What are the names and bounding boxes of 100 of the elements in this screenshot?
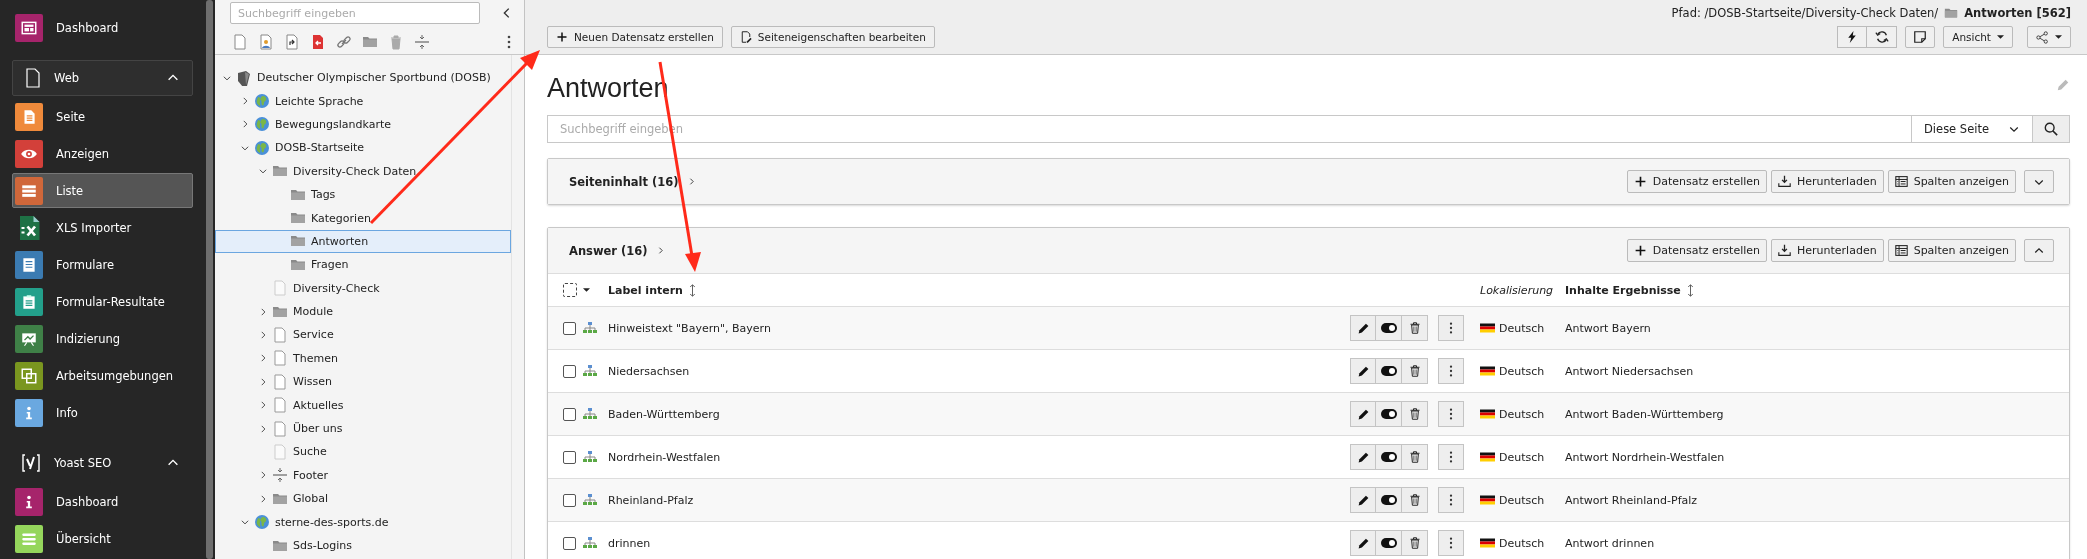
tree-item[interactable]: Kategorien [215, 206, 511, 230]
module-menu-item[interactable]: Dashboard [12, 10, 193, 45]
tree-item[interactable]: Bewegungslandkarte [215, 112, 511, 137]
row-checkbox[interactable] [563, 364, 576, 378]
module-menu-item[interactable]: Indizierung [12, 321, 193, 356]
link-icon[interactable] [336, 33, 352, 51]
edit-button[interactable] [1350, 530, 1376, 556]
scrollbar[interactable] [206, 0, 213, 559]
tree-item[interactable]: Antworten [215, 229, 511, 254]
table-title-link[interactable]: Seiteninhalt (16) [569, 174, 696, 189]
tree-item[interactable]: Tags [215, 182, 511, 207]
tree-item[interactable]: Deutscher Olympischer Sportbund (DOSB) [215, 66, 511, 90]
view-menu-button[interactable]: Ansicht [1943, 26, 2013, 48]
tree-item[interactable]: Service [215, 323, 511, 347]
column-header[interactable]: Label intern [608, 283, 683, 297]
edit-button[interactable] [1350, 401, 1376, 427]
chevron-icon[interactable] [240, 96, 250, 107]
select-all-checkbox[interactable] [563, 283, 577, 297]
module-menu-item[interactable]: Anzeigen [12, 136, 193, 171]
module-menu-item[interactable]: Arbeitsumgebungen [12, 358, 193, 393]
tree-item[interactable]: Module [215, 299, 511, 324]
tree-item[interactable]: Über uns [215, 416, 511, 441]
module-menu-item[interactable]: Liste [12, 173, 193, 208]
chevron-icon[interactable] [258, 353, 268, 364]
chevron-icon[interactable] [258, 423, 268, 434]
module-menu-item[interactable]: Übersicht [12, 521, 193, 556]
table-action-button[interactable]: Datensatz erstellen [1626, 170, 1767, 193]
row-checkbox[interactable] [563, 493, 576, 507]
module-menu-item[interactable]: Seite [12, 99, 193, 134]
module-menu-item[interactable]: Info [12, 395, 193, 430]
table-action-button[interactable]: Spalten anzeigen [1887, 239, 2016, 262]
edit-button[interactable] [1350, 487, 1376, 513]
page-return-icon[interactable] [310, 33, 326, 51]
search-button[interactable] [2033, 115, 2070, 143]
row-checkbox[interactable] [563, 321, 576, 335]
delete-button[interactable] [1402, 401, 1428, 427]
chevron-icon[interactable] [258, 493, 268, 504]
tree-item[interactable]: Aktuelles [215, 393, 511, 417]
sort-icon[interactable] [1686, 283, 1694, 297]
delete-button[interactable] [1402, 315, 1428, 341]
chevron-icon[interactable] [258, 376, 268, 387]
table-action-button[interactable]: Herunterladen [1771, 170, 1884, 193]
chevron-icon[interactable] [240, 119, 250, 130]
delete-button[interactable] [1402, 530, 1428, 556]
row-checkbox[interactable] [563, 450, 576, 464]
table-action-button[interactable]: Spalten anzeigen [1887, 170, 2016, 193]
share-button[interactable] [2027, 26, 2071, 48]
more-icon[interactable] [506, 34, 512, 50]
separator-icon[interactable] [414, 33, 430, 51]
table-action-button[interactable]: Datensatz erstellen [1626, 239, 1767, 262]
table-title-link[interactable]: Answer (16) [569, 243, 665, 258]
clear-cache-button[interactable] [1837, 26, 1868, 48]
visibility-toggle-button[interactable] [1376, 444, 1402, 470]
edit-button[interactable] [1350, 358, 1376, 384]
chevron-icon[interactable] [258, 470, 268, 481]
tree-item[interactable]: Wissen [215, 370, 511, 394]
tree-item[interactable]: Global [215, 487, 511, 511]
tree-item[interactable]: Footer [215, 463, 511, 488]
tree-item[interactable]: Fragen [215, 253, 511, 277]
delete-button[interactable] [1402, 487, 1428, 513]
edit-button[interactable] [1350, 315, 1376, 341]
tree-item[interactable]: Sds-Logins [215, 533, 511, 558]
table-action-button[interactable]: Herunterladen [1771, 239, 1884, 262]
module-menu-item[interactable]: Formular-Resultate [12, 284, 193, 319]
tree-item[interactable]: DOSB-Startseite [215, 136, 511, 160]
toolbar-button[interactable]: Neuen Datensatz erstellen [547, 26, 723, 48]
delete-button[interactable] [1402, 444, 1428, 470]
tree-item[interactable]: Diversity-Check [215, 276, 511, 300]
visibility-toggle-button[interactable] [1376, 358, 1402, 384]
tree-item[interactable]: Themen [215, 346, 511, 371]
search-field[interactable]: Suchbegriff eingeben [230, 2, 480, 24]
caret-icon[interactable] [583, 288, 590, 292]
row-checkbox[interactable] [563, 407, 576, 421]
note-button[interactable] [1905, 26, 1936, 48]
collapse-toggle-button[interactable] [2024, 170, 2054, 193]
visibility-toggle-button[interactable] [1376, 530, 1402, 556]
tree-item[interactable]: Diversity-Check Daten [215, 159, 511, 183]
module-group-header[interactable]: Yoast SEO [12, 445, 193, 481]
visibility-toggle-button[interactable] [1376, 401, 1402, 427]
scope-dropdown[interactable]: Diese Seite [1911, 115, 2033, 143]
module-menu-item[interactable]: XLS Importer [12, 210, 193, 245]
page-arrow-icon[interactable] [284, 33, 300, 51]
chevron-icon[interactable] [258, 330, 268, 340]
row-checkbox[interactable] [563, 536, 576, 550]
chevron-icon[interactable] [258, 306, 268, 317]
module-group-header[interactable]: Web [12, 60, 193, 96]
visibility-toggle-button[interactable] [1376, 315, 1402, 341]
delete-button[interactable] [1402, 358, 1428, 384]
collapse-toggle-button[interactable] [2024, 239, 2054, 262]
visibility-toggle-button[interactable] [1376, 487, 1402, 513]
module-menu-item[interactable]: Formulare [12, 247, 193, 282]
tree-item[interactable]: Leichte Sprache [215, 89, 511, 113]
module-menu-item[interactable]: Dashboard [12, 484, 193, 519]
page-user-icon[interactable] [258, 33, 274, 51]
column-header[interactable]: Inhalte Ergebnisse [1565, 283, 1681, 297]
chevron-icon[interactable] [258, 400, 268, 411]
tree-item[interactable]: sterne-des-sports.de [215, 510, 511, 534]
sort-icon[interactable] [688, 283, 696, 297]
edit-button[interactable] [1350, 444, 1376, 470]
toolbar-button[interactable]: Seiteneigenschaften bearbeiten [730, 26, 935, 48]
